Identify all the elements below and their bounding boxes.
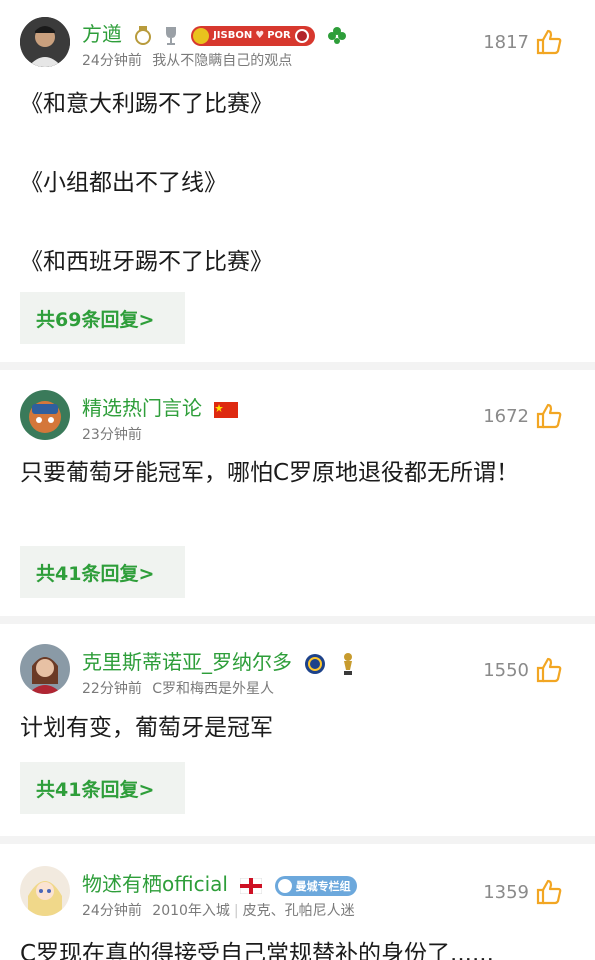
sporting-lisbon-badge-icon: JISBON ♥ POR — [191, 25, 315, 46]
username[interactable]: 物述有栖official — [82, 872, 228, 896]
comment-text-line-1: 《和意大利踢不了比赛》 — [20, 91, 273, 117]
view-replies-button[interactable]: 共41条回复> — [20, 546, 185, 598]
like-count: 1550 — [483, 659, 529, 681]
thumbs-up-icon — [536, 657, 562, 683]
meta: 22分钟前 C罗和梅西是外星人 — [82, 678, 274, 698]
comment-3: 克里斯蒂诺亚_罗纳尔多 22分钟前 C罗和梅西是外星人 1550 计划有变，葡萄… — [0, 624, 595, 836]
username[interactable]: 克里斯蒂诺亚_罗纳尔多 — [82, 650, 292, 674]
like-count: 1359 — [483, 881, 529, 903]
like-count: 1672 — [483, 405, 529, 427]
man-city-badge-icon: 曼城专栏组 — [274, 875, 357, 896]
view-replies-button[interactable]: 共41条回复> — [20, 762, 185, 814]
avatar[interactable] — [20, 17, 70, 67]
thumbs-up-icon — [536, 29, 562, 55]
signature-fan-note: 皮克、孔帕尼人迷 — [242, 903, 355, 919]
username-row: 方遒 JISBON ♥ POR — [82, 18, 347, 47]
comment-text-line-3: 《和西班牙踢不了比赛》 — [20, 249, 273, 275]
meta: 24分钟前 我从不隐瞒自己的观点 — [82, 50, 292, 70]
comment-text-line-2: 《小组都出不了线》 — [20, 170, 227, 196]
comment-text: 计划有变，葡萄牙是冠军 — [20, 715, 273, 741]
like-button[interactable]: 1672 — [483, 402, 563, 430]
timestamp: 22分钟前 — [82, 681, 142, 697]
trophy-icon — [163, 25, 179, 47]
warriors-badge-icon — [304, 653, 326, 675]
group-tag: 曼城专栏组 — [295, 879, 351, 893]
england-flag-icon — [240, 877, 263, 894]
username-row: 物述有栖official 曼城专栏组 — [82, 868, 357, 897]
like-button[interactable]: 1550 — [483, 656, 563, 684]
meta: 23分钟前 — [82, 424, 142, 444]
avatar[interactable] — [20, 390, 70, 440]
avatar[interactable] — [20, 644, 70, 694]
signature: 我从不隐瞒自己的观点 — [152, 53, 293, 69]
clover-icon — [327, 26, 347, 46]
meta: 24分钟前 2010年入城 | 皮克、孔帕尼人迷 — [82, 903, 355, 919]
username-row: 克里斯蒂诺亚_罗纳尔多 — [82, 646, 355, 676]
trophy-icon — [341, 652, 355, 676]
timestamp: 24分钟前 — [82, 53, 142, 69]
avatar[interactable] — [20, 866, 70, 916]
username-row: 精选热门言论 — [82, 392, 239, 421]
divider — [0, 836, 595, 844]
comment-4: 物述有栖official 曼城专栏组 24分钟前 2010年入城 | 皮克、孔帕尼人… — [0, 844, 595, 960]
comment-2: 精选热门言论 23分钟前 1672 只要葡萄牙能冠军，哪怕C罗原地退役都无所谓！… — [0, 370, 595, 616]
comment-text: 只要葡萄牙能冠军，哪怕C罗原地退役都无所谓！ — [20, 460, 520, 486]
username[interactable]: 精选热门言论 — [82, 396, 202, 420]
pill-text-1: JISBON — [213, 30, 253, 41]
timestamp: 23分钟前 — [82, 427, 142, 443]
timestamp: 24分钟前 — [82, 903, 142, 919]
like-button[interactable]: 1359 — [483, 878, 563, 906]
signature: C罗和梅西是外星人 — [152, 681, 275, 697]
thumbs-up-icon — [536, 403, 562, 429]
divider — [0, 362, 595, 370]
view-replies-button[interactable]: 共69条回复> — [20, 292, 185, 344]
comment-1: 方遒 JISBON ♥ POR 24分钟前 我从不隐瞒自己的观点 1817 《和… — [0, 0, 595, 362]
like-count: 1817 — [483, 31, 529, 53]
divider — [0, 616, 595, 624]
signature-join-date: 2010年入城 — [152, 903, 230, 919]
real-madrid-crest-icon — [134, 25, 152, 47]
china-flag-icon — [214, 401, 239, 418]
username[interactable]: 方遒 — [82, 22, 122, 46]
like-button[interactable]: 1817 — [483, 28, 563, 56]
comment-text: C罗现在真的得接受自己常规替补的身份了...... — [20, 941, 494, 960]
pill-text-2: POR — [267, 30, 291, 41]
thumbs-up-icon — [536, 879, 562, 905]
